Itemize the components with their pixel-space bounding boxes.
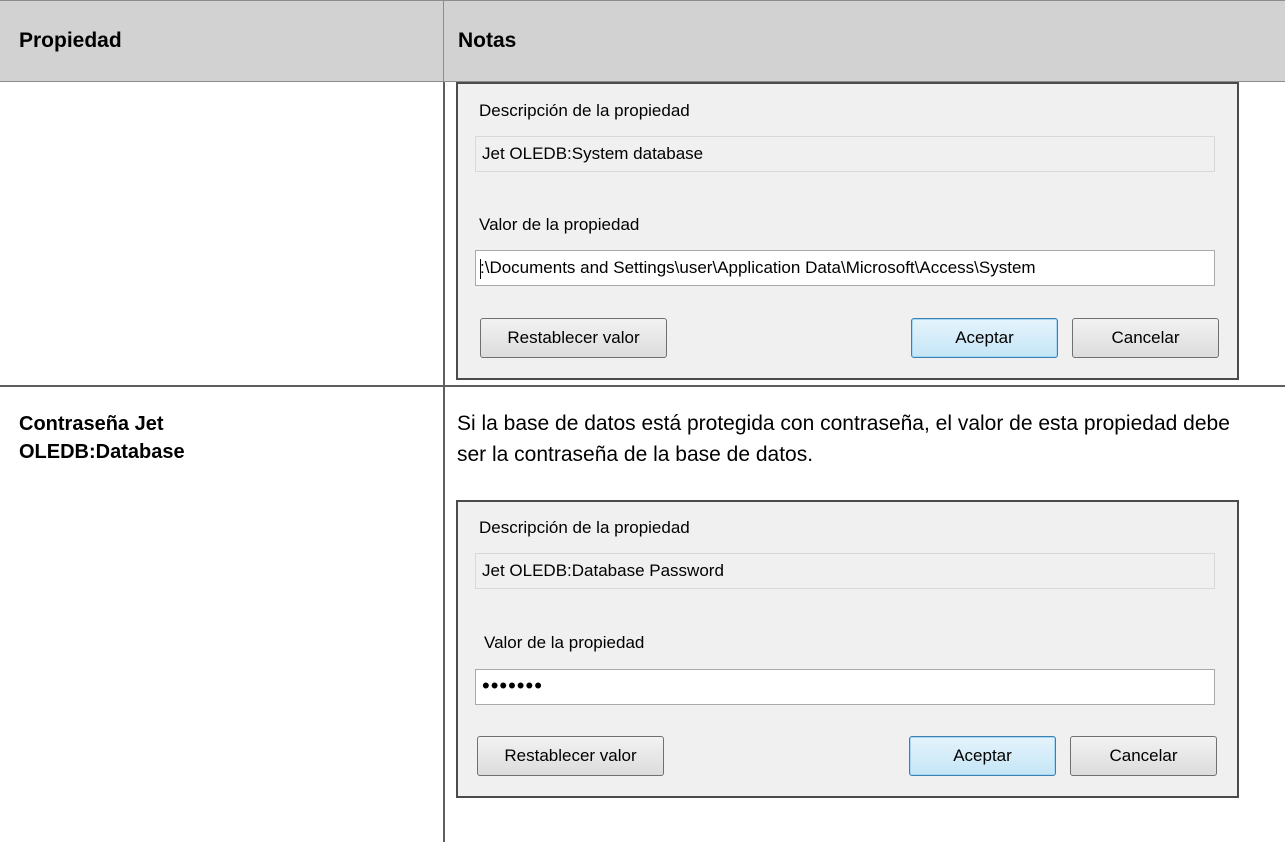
column-header-notes: Notas [458, 29, 517, 52]
column-header-property: Propiedad [19, 29, 122, 52]
ok-button[interactable]: Aceptar [911, 318, 1058, 358]
reset-value-button[interactable]: Restablecer valor [477, 736, 664, 776]
property-notes: Si la base de datos está protegida con c… [457, 412, 1230, 466]
row-divider [0, 385, 1285, 387]
cancel-button[interactable]: Cancelar [1070, 736, 1217, 776]
reset-value-button[interactable]: Restablecer valor [480, 318, 667, 358]
cancel-button[interactable]: Cancelar [1072, 318, 1219, 358]
password-input[interactable]: ••••••• [475, 669, 1215, 705]
properties-table: Propiedad Notas Contraseña Jet OLEDB:Dat… [0, 0, 1285, 842]
description-value: Jet OLEDB:System database [475, 136, 1215, 172]
description-value: Jet OLEDB:Database Password [475, 553, 1215, 589]
value-input-text: :\Documents and Settings\user\Applicatio… [480, 258, 1036, 277]
property-dialog-database-password: Descripción de la propiedad Jet OLEDB:Da… [456, 500, 1239, 798]
value-label: Valor de la propiedad [479, 215, 640, 234]
value-label: Valor de la propiedad [484, 633, 645, 652]
property-name: Contraseña Jet OLEDB:Database [19, 413, 185, 463]
property-dialog-system-database: Descripción de la propiedad Jet OLEDB:Sy… [456, 82, 1239, 380]
header-column-divider [443, 0, 444, 82]
description-label: Descripción de la propiedad [479, 101, 690, 120]
description-label: Descripción de la propiedad [479, 518, 690, 537]
value-input[interactable]: :\Documents and Settings\user\Applicatio… [475, 250, 1215, 286]
table-header: Propiedad Notas [0, 0, 1285, 82]
ok-button[interactable]: Aceptar [909, 736, 1056, 776]
column-divider [443, 82, 445, 842]
